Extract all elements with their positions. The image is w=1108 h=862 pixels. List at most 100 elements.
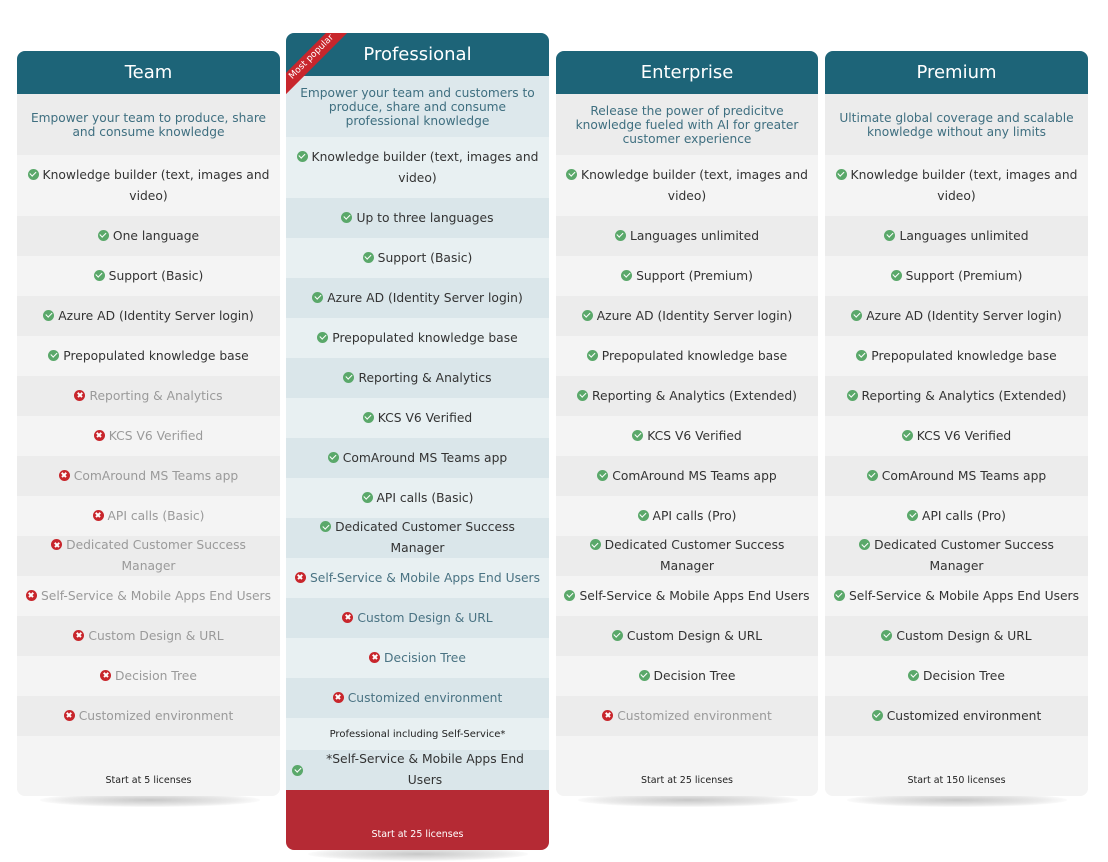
feature-row: Custom Design & URL xyxy=(825,616,1088,656)
feature-row: Self-Service & Mobile Apps End Users xyxy=(17,576,280,616)
plan-footer-licenses[interactable]: Start at 5 licenses xyxy=(17,736,280,796)
feature-label: Self-Service & Mobile Apps End Users xyxy=(848,588,1080,603)
check-circle-icon xyxy=(564,589,576,601)
feature-row: KCS V6 Verified xyxy=(17,416,280,456)
feature-content: Self-Service & Mobile Apps End Users xyxy=(25,586,272,607)
cross-circle-icon xyxy=(51,539,63,550)
feature-content: Custom Design & URL xyxy=(73,626,224,647)
check-circle-icon xyxy=(97,229,109,241)
feature-label: Decision Tree xyxy=(384,650,466,665)
feature-row: Languages unlimited xyxy=(556,216,818,256)
feature-content: KCS V6 Verified xyxy=(362,408,472,429)
feature-content: Prepopulated knowledge base xyxy=(48,346,249,367)
feature-row: Azure AD (Identity Server login) xyxy=(825,296,1088,336)
feature-label: API calls (Pro) xyxy=(922,508,1006,523)
feature-label: Azure AD (Identity Server login) xyxy=(596,308,793,323)
feature-label: Knowledge builder (text, images and vide… xyxy=(42,167,270,203)
feature-content: Self-Service & Mobile Apps End Users xyxy=(294,568,541,589)
feature-content: KCS V6 Verified xyxy=(93,426,203,447)
feature-content: Custom Design & URL xyxy=(611,626,763,647)
feature-label: Azure AD (Identity Server login) xyxy=(327,290,523,305)
feature-label: Support (Basic) xyxy=(108,268,204,283)
feature-content: Self-Service & Mobile Apps End Users xyxy=(833,586,1080,607)
feature-label: Self-Service & Mobile Apps End Users xyxy=(579,588,810,603)
feature-label: Customized environment xyxy=(886,708,1042,723)
feature-list: Knowledge builder (text, images and vide… xyxy=(825,155,1088,736)
cross-circle-icon xyxy=(342,611,354,623)
check-circle-icon xyxy=(317,331,329,343)
feature-label: Support (Premium) xyxy=(636,268,753,283)
feature-row: API calls (Basic) xyxy=(286,478,549,518)
feature-label: Customized environment xyxy=(78,708,234,723)
feature-content: Azure AD (Identity Server login) xyxy=(581,306,793,327)
cross-circle-icon xyxy=(332,691,344,703)
feature-label: API calls (Basic) xyxy=(376,490,474,505)
feature-content: Customized environment xyxy=(602,706,772,727)
feature-label: Custom Design & URL xyxy=(626,628,763,643)
feature-row: Customized environment xyxy=(556,696,818,736)
feature-label: Self-Service & Mobile Apps End Users xyxy=(40,588,272,603)
feature-content: Dedicated Customer Success Manager xyxy=(831,535,1082,577)
plan-card-team: Team Empower your team to produce, share… xyxy=(17,51,280,796)
check-circle-icon xyxy=(581,309,593,321)
feature-content: Self-Service & Mobile Apps End Users xyxy=(564,586,810,607)
feature-list: Knowledge builder (text, images and vide… xyxy=(17,155,280,736)
feature-content: Decision Tree xyxy=(638,666,735,687)
check-circle-icon xyxy=(343,371,355,383)
feature-row: Self-Service & Mobile Apps End Users xyxy=(286,558,549,598)
cross-circle-icon xyxy=(100,669,112,681)
feature-row: KCS V6 Verified xyxy=(825,416,1088,456)
feature-content: API calls (Pro) xyxy=(907,506,1006,527)
feature-content: Reporting & Analytics xyxy=(74,386,223,407)
feature-label: KCS V6 Verified xyxy=(647,428,742,443)
plan-footer-licenses[interactable]: Start at 25 licenses xyxy=(556,736,818,796)
feature-row: API calls (Pro) xyxy=(825,496,1088,536)
check-circle-icon xyxy=(586,349,598,361)
feature-content: Decision Tree xyxy=(369,648,466,669)
check-circle-icon xyxy=(835,168,847,180)
check-circle-icon xyxy=(833,589,845,601)
feature-row: Support (Basic) xyxy=(17,256,280,296)
feature-content: API calls (Basic) xyxy=(361,488,474,509)
check-circle-icon xyxy=(292,764,303,776)
plan-footer-licenses[interactable]: Start at 150 licenses xyxy=(825,736,1088,796)
feature-content: Knowledge builder (text, images and vide… xyxy=(292,147,543,189)
feature-label: Support (Basic) xyxy=(377,250,473,265)
feature-list: Knowledge builder (text, images and vide… xyxy=(556,155,818,736)
feature-content: Custom Design & URL xyxy=(342,608,493,629)
feature-label: Languages unlimited xyxy=(629,228,759,243)
feature-row: Self-Service & Mobile Apps End Users xyxy=(825,576,1088,616)
feature-label: Prepopulated knowledge base xyxy=(332,330,518,345)
plan-footer-licenses[interactable]: Start at 25 licenses xyxy=(286,790,549,850)
feature-content: Customized environment xyxy=(63,706,234,727)
most-popular-badge: Most popular xyxy=(286,33,356,103)
plan-card-enterprise: Enterprise Release the power of predicit… xyxy=(556,51,818,796)
feature-content: ComAround MS Teams app xyxy=(58,466,238,487)
feature-row: API calls (Basic) xyxy=(17,496,280,536)
feature-content: API calls (Pro) xyxy=(637,506,736,527)
feature-row: Reporting & Analytics xyxy=(17,376,280,416)
plan-title: Enterprise xyxy=(556,51,818,94)
feature-label: Support (Premium) xyxy=(905,268,1023,283)
feature-content: Support (Premium) xyxy=(890,266,1023,287)
feature-row: Customized environment xyxy=(286,678,549,718)
check-circle-icon xyxy=(881,629,893,641)
check-circle-icon xyxy=(632,429,644,441)
feature-row: One language xyxy=(17,216,280,256)
check-circle-icon xyxy=(637,509,649,521)
feature-content: Decision Tree xyxy=(100,666,197,687)
feature-row: Prepopulated knowledge base xyxy=(286,318,549,358)
check-circle-icon xyxy=(638,669,650,681)
feature-content: Knowledge builder (text, images and vide… xyxy=(23,165,274,207)
feature-row: Knowledge builder (text, images and vide… xyxy=(17,155,280,216)
feature-label: Knowledge builder (text, images and vide… xyxy=(850,167,1078,203)
feature-content: Azure AD (Identity Server login) xyxy=(851,306,1062,327)
feature-content: ComAround MS Teams app xyxy=(866,466,1046,487)
feature-content: Dedicated Customer Success Manager xyxy=(292,517,543,559)
check-circle-icon xyxy=(320,521,332,532)
feature-row: Dedicated Customer Success Manager xyxy=(286,518,549,558)
check-circle-icon xyxy=(866,469,878,481)
feature-row: Knowledge builder (text, images and vide… xyxy=(556,155,818,216)
feature-label: Self-Service & Mobile Apps End Users xyxy=(309,570,541,585)
feature-label: KCS V6 Verified xyxy=(916,428,1012,443)
